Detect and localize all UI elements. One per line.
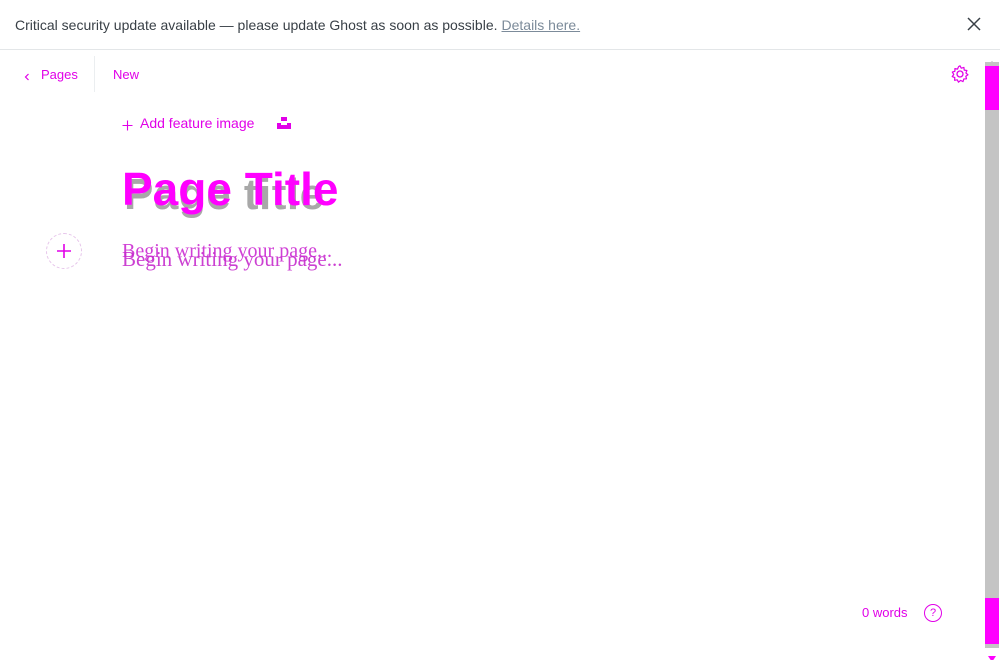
scroll-track[interactable] <box>985 62 999 648</box>
unsplash-icon[interactable] <box>276 115 292 131</box>
page-title-placeholder: Page Title <box>122 163 339 215</box>
feature-image-row: Add feature image <box>122 113 292 133</box>
plus-icon <box>57 244 71 258</box>
add-card-button[interactable] <box>46 233 82 269</box>
scroll-up-arrow-icon[interactable] <box>988 54 996 67</box>
back-link-label: Pages <box>41 66 78 82</box>
banner-message: Critical security update available — ple… <box>15 16 498 33</box>
banner-details-link[interactable]: Details here. <box>502 17 581 33</box>
add-feature-image-label: Add feature image <box>140 115 255 131</box>
back-to-pages-link[interactable]: Pages <box>22 64 78 84</box>
header-divider <box>94 56 95 92</box>
word-count: 0 words <box>862 605 908 620</box>
close-icon[interactable] <box>964 14 984 34</box>
vertical-scrollbar[interactable] <box>984 50 1000 660</box>
body-ghost-text: Begin writing your page... <box>122 247 343 271</box>
notification-banner: Critical security update available — ple… <box>0 0 1000 50</box>
scroll-down-arrow-icon[interactable] <box>988 649 996 660</box>
help-icon[interactable]: ? <box>924 604 942 622</box>
chevron-left-icon <box>22 70 32 80</box>
gear-icon[interactable] <box>950 64 970 84</box>
page-title-field[interactable]: Page title Page Title <box>122 162 722 226</box>
scroll-thumb[interactable] <box>985 66 999 110</box>
add-feature-image-button[interactable]: Add feature image <box>122 115 254 131</box>
editor-header: Pages New <box>0 50 984 98</box>
post-status: New <box>113 67 140 82</box>
plus-icon <box>122 118 133 130</box>
scroll-thumb-lower[interactable] <box>985 598 999 644</box>
page-body-editor[interactable]: Begin writing your page... Begin writing… <box>122 240 722 280</box>
